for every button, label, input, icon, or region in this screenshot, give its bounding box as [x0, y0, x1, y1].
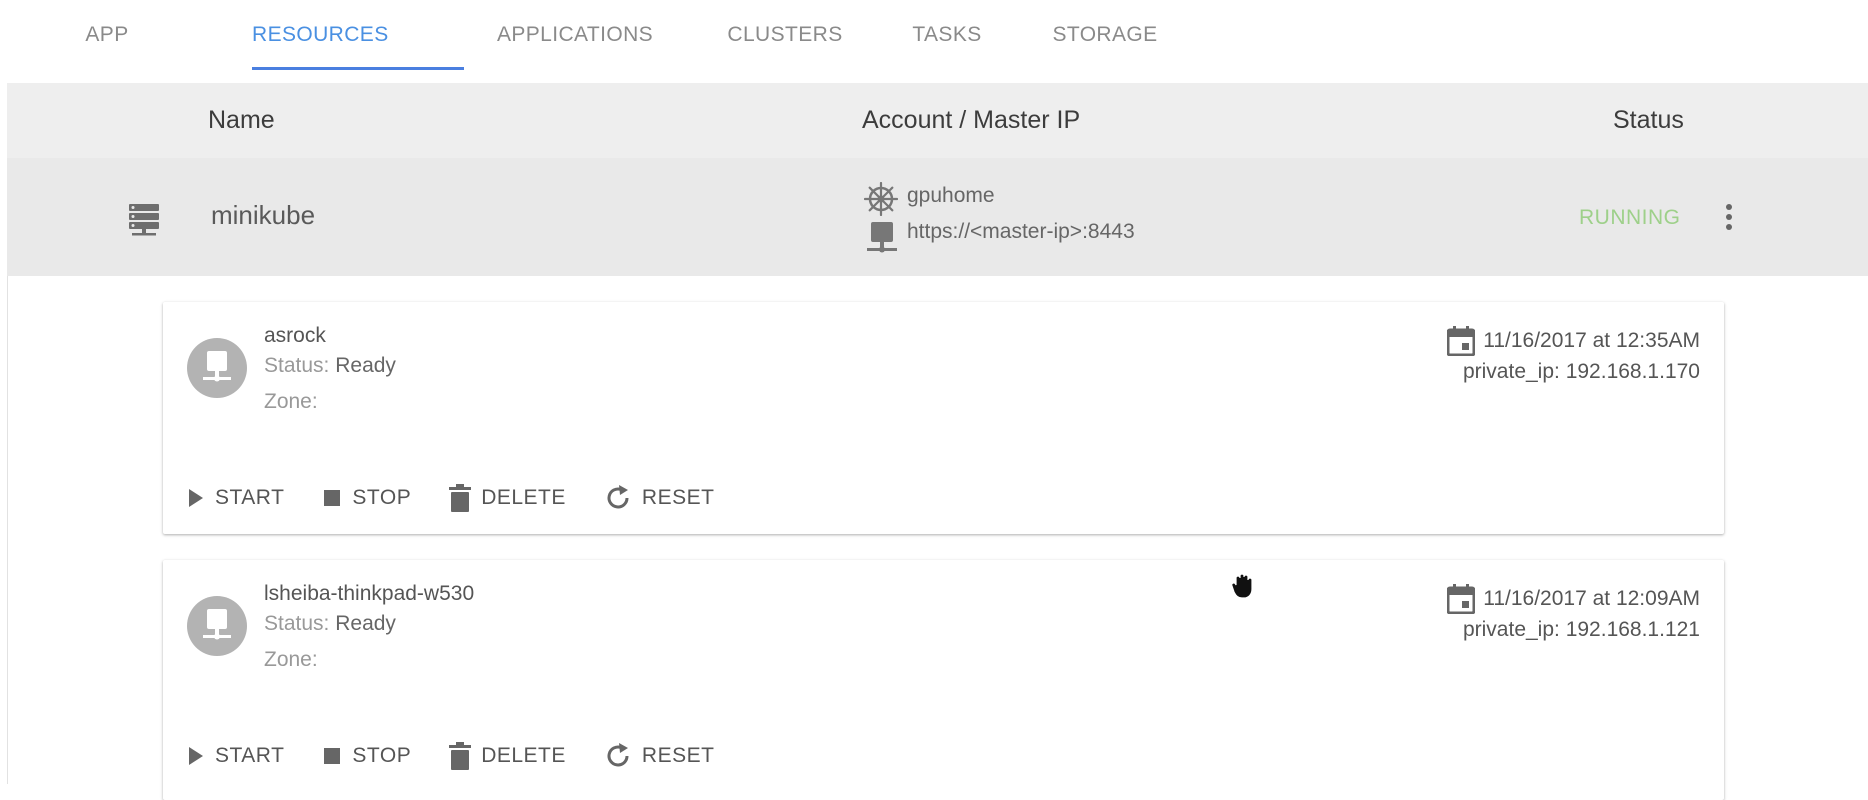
stop-label: STOP — [352, 744, 412, 767]
delete-button[interactable]: DELETE — [449, 484, 566, 512]
reset-button[interactable]: RESET — [604, 742, 715, 770]
node-status: Status: Ready — [264, 612, 396, 636]
start-label: START — [215, 744, 285, 767]
resource-row[interactable]: minikube gpuhome https://<master-ip>:844… — [7, 158, 1868, 276]
more-options-button[interactable] — [1719, 200, 1739, 236]
more-vert-dot — [1726, 224, 1732, 230]
node-created-date: 11/16/2017 at 12:35AM — [1447, 326, 1700, 356]
status-label: Status: — [264, 612, 330, 635]
node-zone: Zone: — [264, 390, 318, 413]
reset-label: RESET — [641, 486, 715, 509]
status-value: Ready — [335, 612, 396, 635]
resource-name: minikube — [211, 200, 316, 230]
node-card: asrock Status: Ready Zone: 11/16/2017 at… — [163, 302, 1724, 534]
tab-applications[interactable]: APPLICATIONS — [494, 0, 656, 70]
reset-button[interactable]: RESET — [604, 484, 715, 512]
stop-button[interactable]: STOP — [322, 486, 411, 510]
hand-cursor-icon — [1230, 572, 1256, 605]
reset-label: RESET — [641, 744, 715, 767]
node-avatar — [187, 596, 247, 656]
network-node-icon — [867, 222, 897, 259]
active-tab-indicator — [252, 67, 464, 70]
node-created-date: 11/16/2017 at 12:09AM — [1447, 584, 1700, 614]
trash-icon — [449, 742, 472, 770]
status-label: Status: — [264, 354, 330, 377]
play-icon — [189, 489, 203, 507]
column-header-name: Name — [208, 106, 275, 134]
tab-clusters[interactable]: CLUSTERS — [727, 0, 843, 70]
refresh-icon — [607, 743, 629, 767]
stop-button[interactable]: STOP — [322, 744, 411, 768]
delete-label: DELETE — [481, 486, 566, 509]
node-zone: Zone: — [264, 648, 318, 671]
calendar-icon — [1447, 584, 1476, 614]
stop-label: STOP — [352, 486, 412, 509]
table-header: Name Account / Master IP Status — [7, 83, 1868, 158]
server-icon — [129, 204, 159, 241]
play-icon — [189, 747, 203, 765]
account-name: gpuhome — [907, 184, 995, 207]
kubernetes-helm-icon — [863, 181, 899, 221]
node-name: asrock — [264, 324, 326, 347]
tab-bar: APP RESOURCE RESOURCES APPLICATIONS CLUS… — [7, 0, 1868, 116]
column-header-account: Account / Master IP — [862, 106, 1081, 134]
status-badge: RUNNING — [1579, 206, 1681, 229]
delete-label: DELETE — [481, 744, 566, 767]
column-header-status: Status — [1613, 106, 1684, 134]
private-ip: private_ip: 192.168.1.170 — [1462, 360, 1700, 383]
more-vert-icon — [1726, 204, 1732, 210]
delete-button[interactable]: DELETE — [449, 742, 566, 770]
trash-icon — [449, 484, 472, 512]
computer-icon — [203, 351, 231, 382]
date-text: 11/16/2017 at 12:09AM — [1483, 587, 1700, 610]
tab-storage[interactable]: STORAGE — [1052, 0, 1158, 70]
tab-tasks[interactable]: TASKS — [912, 0, 982, 70]
node-actions: START STOP DELETE RESET — [187, 736, 752, 776]
calendar-icon — [1447, 326, 1476, 356]
node-card: lsheiba-thinkpad-w530 Status: Ready Zone… — [163, 560, 1724, 800]
stop-icon — [324, 748, 341, 764]
node-avatar — [187, 338, 247, 398]
node-name: lsheiba-thinkpad-w530 — [264, 582, 475, 605]
computer-icon — [203, 609, 231, 640]
private-ip: private_ip: 192.168.1.121 — [1462, 618, 1700, 641]
node-status: Status: Ready — [264, 354, 396, 378]
start-label: START — [215, 486, 285, 509]
tab-resources[interactable]: RESOURCES — [252, 0, 388, 70]
start-button[interactable]: START — [187, 744, 284, 768]
more-vert-dot — [1726, 214, 1732, 220]
date-text: 11/16/2017 at 12:35AM — [1483, 329, 1700, 352]
stop-icon — [324, 490, 341, 506]
status-value: Ready — [335, 354, 396, 377]
refresh-icon — [607, 485, 629, 509]
tab-app-resource[interactable]: APP RESOURCE — [37, 0, 177, 116]
start-button[interactable]: START — [187, 486, 284, 510]
master-ip: https://<master-ip>:8443 — [907, 220, 1135, 243]
node-actions: START STOP DELETE RESET — [187, 478, 752, 518]
